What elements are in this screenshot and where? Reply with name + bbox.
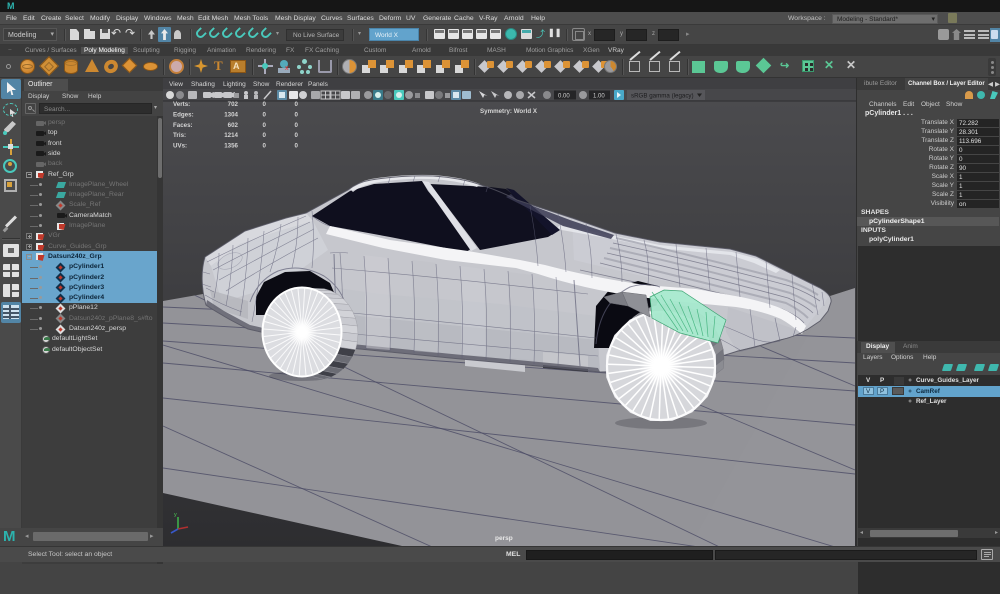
- svg-text:Tris:: Tris:: [173, 132, 186, 139]
- svg-text:Symmetry: World X: Symmetry: World X: [480, 108, 538, 115]
- svg-text:View: View: [169, 81, 183, 88]
- svg-text:0: 0: [263, 101, 267, 108]
- svg-text:0: 0: [263, 143, 267, 150]
- svg-text:1.00: 1.00: [593, 94, 605, 100]
- svg-text:0.00: 0.00: [558, 94, 570, 100]
- svg-text:0: 0: [295, 132, 299, 139]
- svg-text:1304: 1304: [224, 111, 238, 118]
- svg-text:y: y: [174, 512, 177, 518]
- svg-text:0: 0: [263, 111, 267, 118]
- svg-text:0: 0: [263, 122, 267, 129]
- svg-text:persp: persp: [495, 535, 513, 542]
- svg-text:Verts:: Verts:: [173, 101, 190, 108]
- svg-text:0: 0: [263, 132, 267, 139]
- svg-text:0: 0: [295, 122, 299, 129]
- svg-text:Lighting: Lighting: [223, 81, 246, 88]
- svg-text:602: 602: [228, 122, 239, 129]
- svg-text:0: 0: [295, 111, 299, 118]
- svg-text:sRGB gamma (legacy): sRGB gamma (legacy): [631, 93, 694, 100]
- svg-text:1356: 1356: [224, 143, 238, 150]
- svg-text:Panels: Panels: [308, 81, 329, 88]
- svg-text:0: 0: [295, 101, 299, 108]
- svg-text:Renderer: Renderer: [276, 81, 304, 88]
- svg-text:0: 0: [295, 143, 299, 150]
- svg-text:702: 702: [228, 101, 239, 108]
- svg-text:UVs:: UVs:: [173, 143, 187, 150]
- svg-text:1214: 1214: [224, 132, 238, 139]
- svg-text:Show: Show: [253, 81, 270, 88]
- svg-text:Faces:: Faces:: [173, 122, 193, 129]
- svg-text:Edges:: Edges:: [173, 111, 194, 118]
- svg-text:Shading: Shading: [191, 81, 215, 88]
